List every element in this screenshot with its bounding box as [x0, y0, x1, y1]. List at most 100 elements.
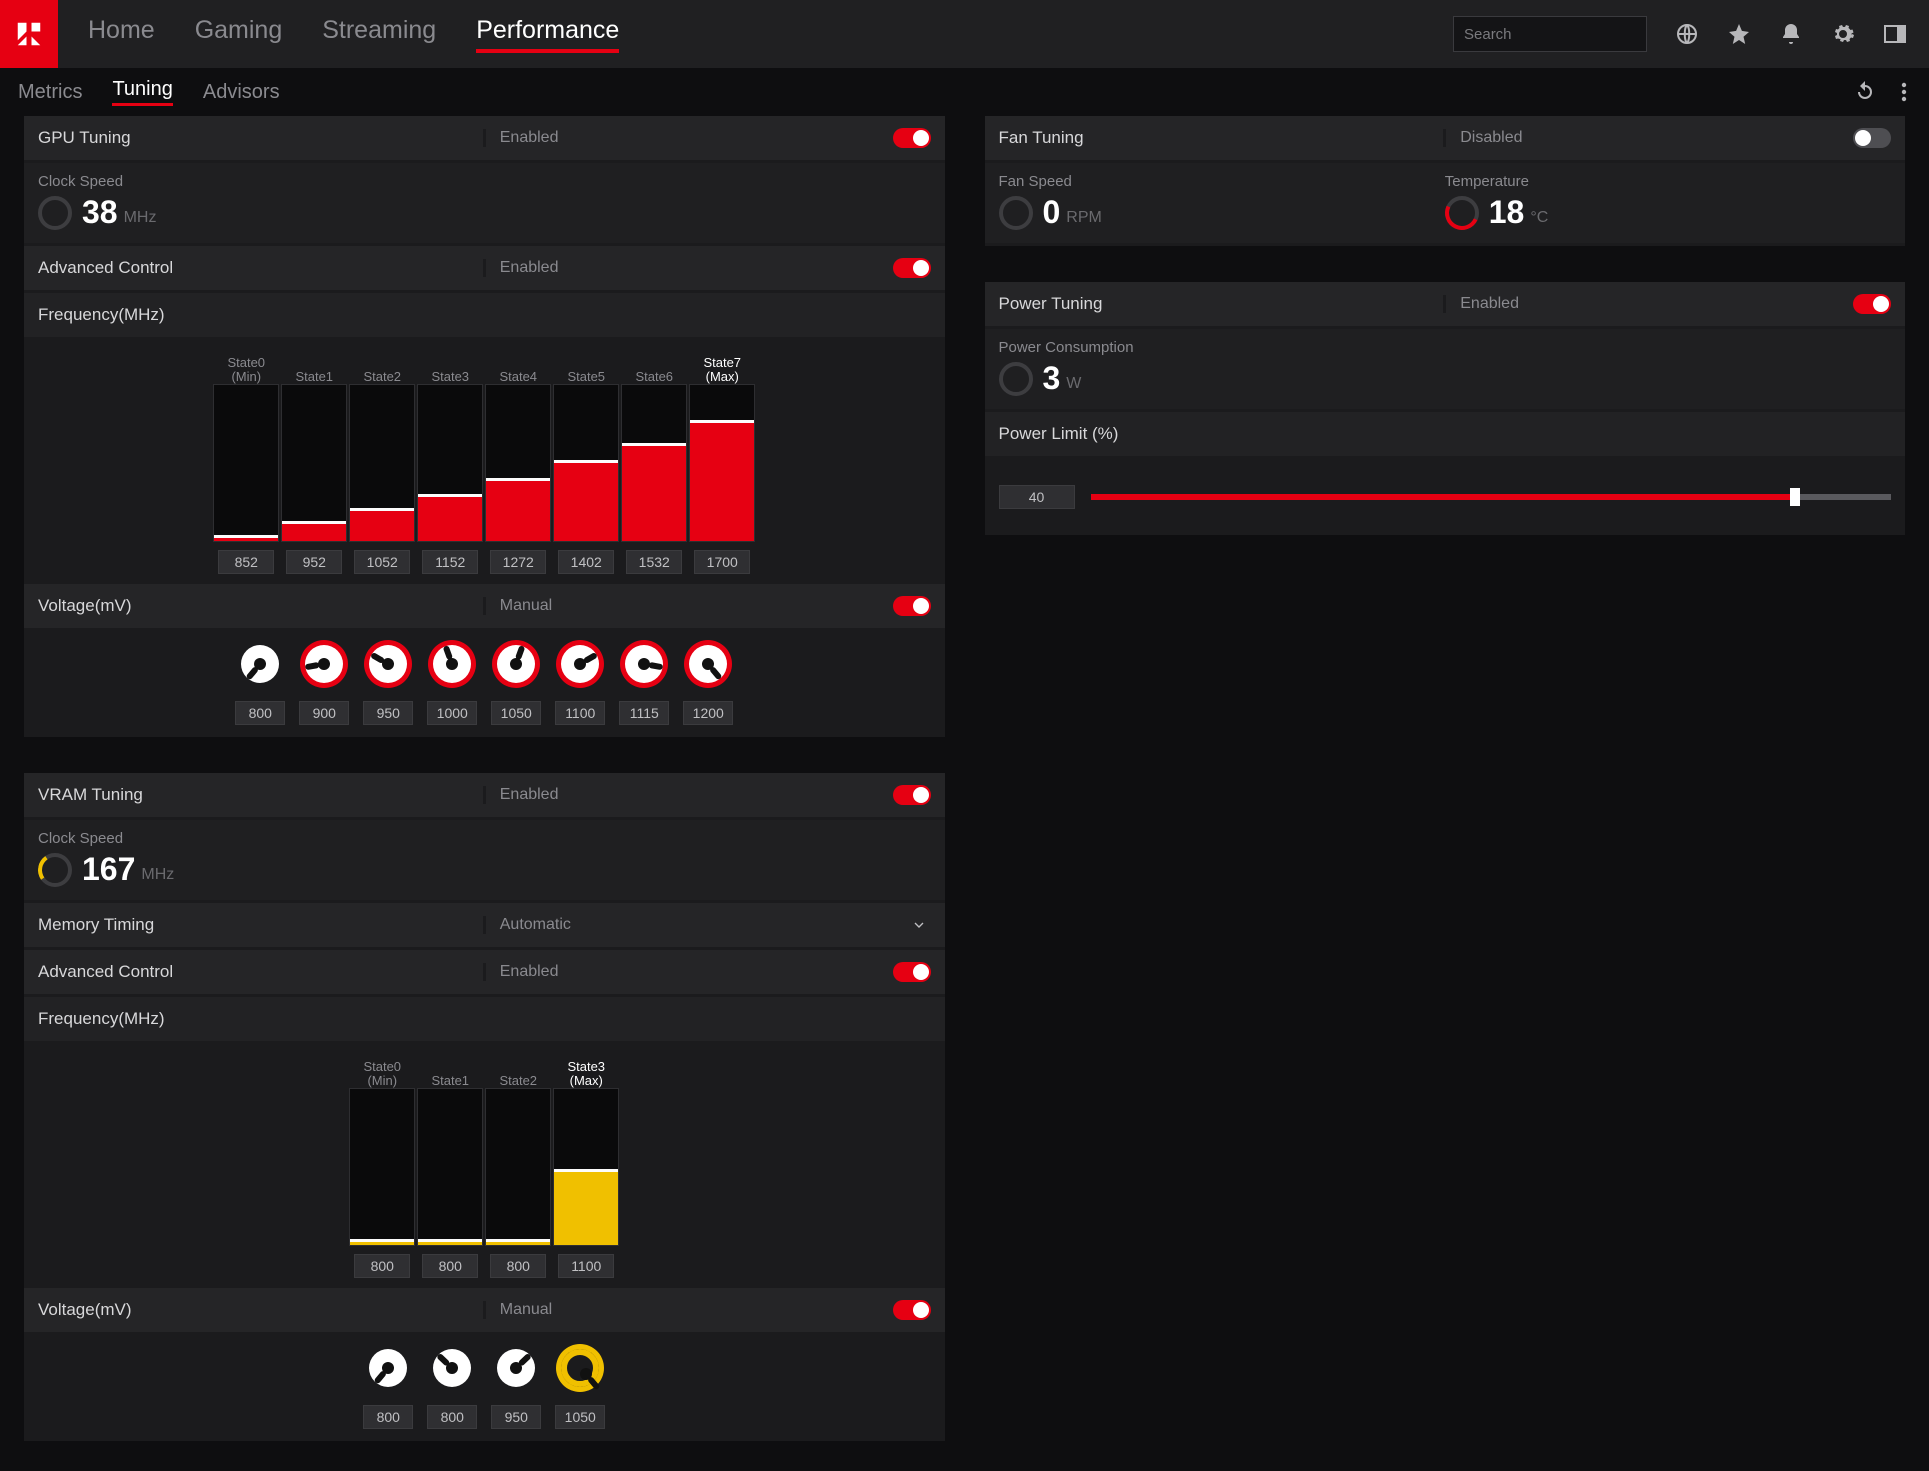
dial-value-input[interactable]: 1115 [619, 701, 669, 725]
power-tuning-toggle[interactable] [1853, 294, 1891, 314]
bar-body[interactable] [689, 384, 755, 542]
vram-voltage-dial[interactable]: 800 [423, 1349, 481, 1429]
slider-thumb[interactable] [1790, 488, 1800, 506]
subtab-tuning[interactable]: Tuning [112, 78, 172, 106]
dial-icon[interactable] [433, 645, 471, 683]
gpu-state-bar[interactable]: State7 (Max)1700 [689, 350, 755, 574]
gpu-state-bar[interactable]: State1952 [281, 350, 347, 574]
bar-body[interactable] [485, 1088, 551, 1246]
bar-value-input[interactable]: 1100 [558, 1254, 614, 1278]
dial-value-input[interactable]: 800 [235, 701, 285, 725]
bar-body[interactable] [553, 1088, 619, 1246]
vram-advanced-toggle[interactable] [893, 962, 931, 982]
dial-value-input[interactable]: 1200 [683, 701, 733, 725]
dial-icon[interactable] [305, 645, 343, 683]
vram-state-bar[interactable]: State3 (Max)1100 [553, 1054, 619, 1278]
gpu-voltage-dial[interactable]: 800 [231, 645, 289, 725]
bar-body[interactable] [349, 1088, 415, 1246]
bar-body[interactable] [621, 384, 687, 542]
bar-value-input[interactable]: 800 [490, 1254, 546, 1278]
gpu-state-bar[interactable]: State31152 [417, 350, 483, 574]
gpu-state-bar[interactable]: State61532 [621, 350, 687, 574]
dial-value-input[interactable]: 800 [363, 1405, 413, 1429]
vram-state-bar[interactable]: State2800 [485, 1054, 551, 1278]
gpu-state-bar[interactable]: State41272 [485, 350, 551, 574]
bar-body[interactable] [281, 384, 347, 542]
vram-voltage-dial[interactable]: 1050 [551, 1349, 609, 1429]
dial-icon[interactable] [497, 1349, 535, 1387]
gpu-voltage-dial[interactable]: 1115 [615, 645, 673, 725]
sidebar-toggle-icon[interactable] [1883, 22, 1907, 46]
bar-value-input[interactable]: 800 [422, 1254, 478, 1278]
vram-tuning-toggle[interactable] [893, 785, 931, 805]
gpu-state-bar[interactable]: State21052 [349, 350, 415, 574]
nav-performance[interactable]: Performance [476, 16, 619, 53]
bar-value-input[interactable]: 952 [286, 550, 342, 574]
nav-gaming[interactable]: Gaming [195, 16, 283, 53]
bar-value-input[interactable]: 1052 [354, 550, 410, 574]
dial-icon[interactable] [561, 645, 599, 683]
gpu-tuning-toggle[interactable] [893, 128, 931, 148]
gpu-voltage-toggle[interactable] [893, 596, 931, 616]
nav-streaming[interactable]: Streaming [322, 16, 436, 53]
vram-state-bar[interactable]: State0 (Min)800 [349, 1054, 415, 1278]
star-icon[interactable] [1727, 22, 1751, 46]
dial-value-input[interactable]: 1050 [555, 1405, 605, 1429]
bar-value-input[interactable]: 1532 [626, 550, 682, 574]
dial-icon[interactable] [433, 1349, 471, 1387]
vram-state-bar[interactable]: State1800 [417, 1054, 483, 1278]
gpu-voltage-dial[interactable]: 900 [295, 645, 353, 725]
bar-value-input[interactable]: 1402 [558, 550, 614, 574]
vram-voltage-dial[interactable]: 950 [487, 1349, 545, 1429]
dial-icon[interactable] [241, 645, 279, 683]
bar-body[interactable] [417, 384, 483, 542]
bar-value-input[interactable]: 800 [354, 1254, 410, 1278]
bar-body[interactable] [485, 384, 551, 542]
bar-body[interactable] [417, 1088, 483, 1246]
vram-voltage-toggle[interactable] [893, 1300, 931, 1320]
vram-voltage-dial[interactable]: 800 [359, 1349, 417, 1429]
reset-icon[interactable] [1853, 80, 1877, 104]
nav-home[interactable]: Home [88, 16, 155, 53]
gpu-voltage-dial[interactable]: 1200 [679, 645, 737, 725]
power-limit-value[interactable]: 40 [999, 485, 1075, 509]
globe-icon[interactable] [1675, 22, 1699, 46]
fan-tuning-toggle[interactable] [1853, 128, 1891, 148]
dial-value-input[interactable]: 950 [363, 701, 413, 725]
bar-value-input[interactable]: 1152 [422, 550, 478, 574]
gpu-voltage-dial[interactable]: 950 [359, 645, 417, 725]
bar-body[interactable] [213, 384, 279, 542]
bar-body[interactable] [349, 384, 415, 542]
dial-icon[interactable] [369, 1349, 407, 1387]
dial-icon[interactable] [561, 1349, 599, 1387]
dial-icon[interactable] [369, 645, 407, 683]
chevron-down-icon[interactable] [911, 917, 927, 933]
bar-value-input[interactable]: 1272 [490, 550, 546, 574]
dial-value-input[interactable]: 1100 [555, 701, 605, 725]
power-limit-slider[interactable] [1091, 494, 1892, 500]
gpu-advanced-toggle[interactable] [893, 258, 931, 278]
dial-value-input[interactable]: 900 [299, 701, 349, 725]
gpu-voltage-dial[interactable]: 1100 [551, 645, 609, 725]
gpu-state-bar[interactable]: State51402 [553, 350, 619, 574]
gear-icon[interactable] [1831, 22, 1855, 46]
search-input[interactable] [1464, 26, 1663, 43]
dial-value-input[interactable]: 800 [427, 1405, 477, 1429]
bar-body[interactable] [553, 384, 619, 542]
bell-icon[interactable] [1779, 22, 1803, 46]
subtab-advisors[interactable]: Advisors [203, 81, 280, 104]
vram-memtiming-row[interactable]: Memory Timing Automatic [24, 903, 945, 947]
dial-icon[interactable] [625, 645, 663, 683]
search-box[interactable] [1453, 16, 1647, 52]
dial-value-input[interactable]: 950 [491, 1405, 541, 1429]
gpu-state-bar[interactable]: State0 (Min)852 [213, 350, 279, 574]
gpu-voltage-dial[interactable]: 1050 [487, 645, 545, 725]
dial-icon[interactable] [689, 645, 727, 683]
dial-value-input[interactable]: 1000 [427, 701, 477, 725]
dial-icon[interactable] [497, 645, 535, 683]
dial-value-input[interactable]: 1050 [491, 701, 541, 725]
more-icon[interactable] [1901, 80, 1907, 104]
subtab-metrics[interactable]: Metrics [18, 81, 82, 104]
bar-value-input[interactable]: 1700 [694, 550, 750, 574]
bar-value-input[interactable]: 852 [218, 550, 274, 574]
